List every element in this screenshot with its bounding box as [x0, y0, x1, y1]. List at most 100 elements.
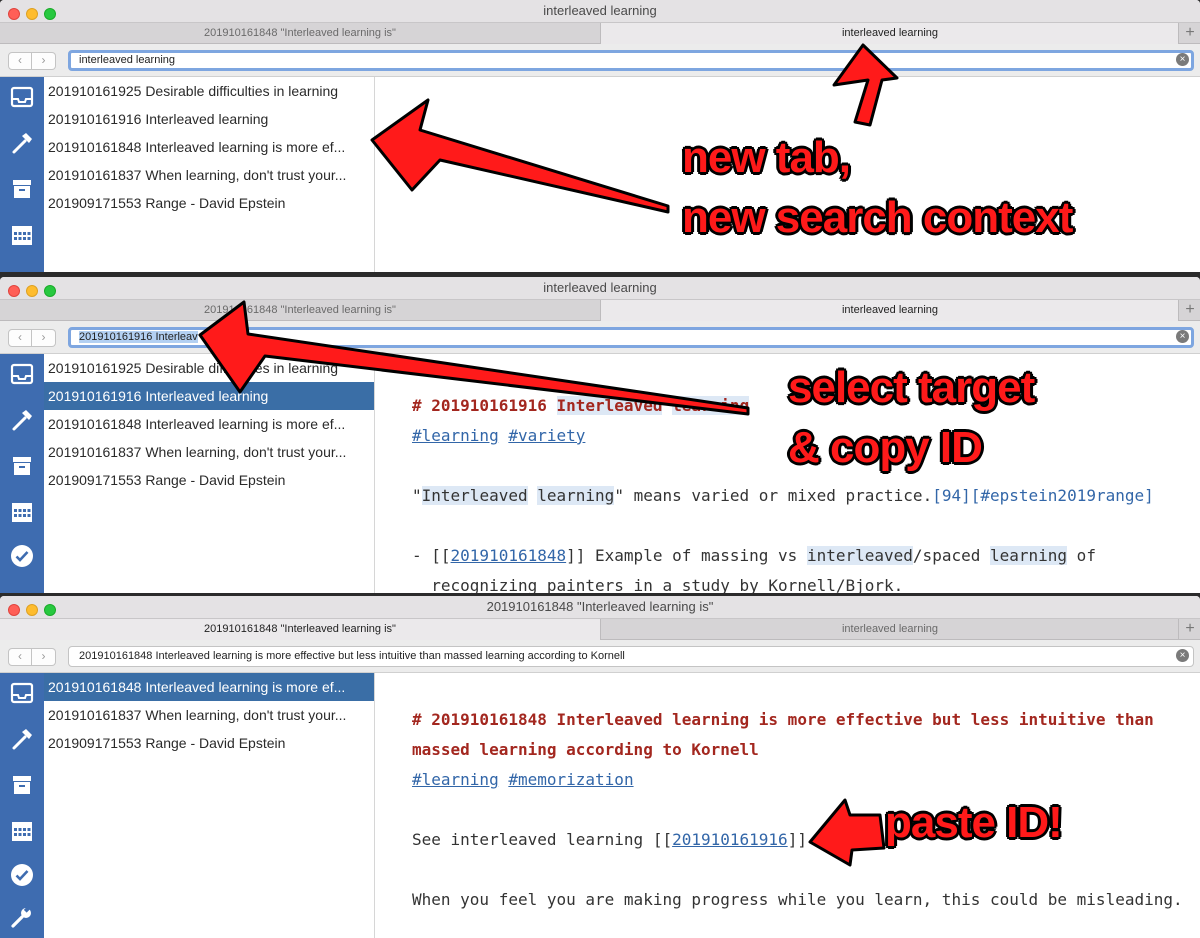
note-tags: #learning #variety [412, 426, 585, 445]
window-title: interleaved learning [543, 3, 657, 18]
window-titlebar: 201910161848 "Interleaved learning is" [0, 596, 1200, 618]
tag-link[interactable]: #memorization [508, 770, 633, 789]
window-title: 201910161848 "Interleaved learning is" [486, 599, 714, 614]
list-item[interactable]: 201910161916 Interleaved learning [44, 105, 374, 133]
calendar-icon[interactable] [8, 500, 36, 528]
new-tab-button[interactable]: + [1178, 23, 1200, 44]
new-tab-button[interactable]: + [1178, 300, 1200, 321]
forward-button[interactable]: › [32, 52, 56, 70]
tab-note[interactable]: 201910161848 "Interleaved learning is" [0, 300, 600, 321]
note-heading: # 201910161916 Interleaved learning [412, 396, 750, 415]
tab-bar: 201910161848 "Interleaved learning is" i… [0, 22, 1200, 44]
tag-link[interactable]: #learning [412, 426, 499, 445]
minimize-window-button[interactable] [26, 285, 38, 297]
list-item[interactable]: 201910161837 When learning, don't trust … [44, 438, 374, 466]
calendar-icon[interactable] [8, 223, 36, 251]
archive-icon[interactable] [8, 773, 36, 801]
check-icon[interactable] [8, 863, 36, 891]
tab-search[interactable]: interleaved learning [600, 300, 1179, 321]
clear-search-icon[interactable]: × [1176, 649, 1189, 662]
list-item-selected[interactable]: 201910161916 Interleaved learning [44, 382, 374, 410]
tab-search[interactable]: interleaved learning [600, 23, 1179, 44]
search-input[interactable]: interleaved learning × [68, 50, 1194, 71]
annotation-copy-id: & copy ID [788, 423, 983, 472]
list-item[interactable]: 201909171553 Range - David Epstein [44, 189, 374, 217]
list-item[interactable]: 201910161837 When learning, don't trust … [44, 701, 374, 729]
zoom-window-button[interactable] [44, 604, 56, 616]
list-item[interactable]: 201910161925 Desirable difficulties in l… [44, 354, 374, 382]
hammer-icon[interactable] [8, 408, 36, 436]
text-highlight: learning [989, 546, 1068, 565]
annotation-new-tab: new tab, [682, 133, 851, 182]
tag-link[interactable]: #learning [412, 770, 499, 789]
bullet-text: /spaced [912, 546, 990, 565]
close-window-button[interactable] [8, 604, 20, 616]
inbox-icon[interactable] [8, 362, 36, 390]
note-bullet: - [[201910161848]] Example of massing vs… [412, 546, 1096, 565]
list-item[interactable]: 201910161848 Interleaved learning is mor… [44, 133, 374, 161]
new-tab-button[interactable]: + [1178, 619, 1200, 640]
back-button[interactable]: ‹ [8, 52, 32, 70]
annotation-select-target: select target [788, 363, 1035, 412]
wiki-link[interactable]: 201910161916 [672, 830, 788, 849]
note-list: 201910161848 Interleaved learning is mor… [44, 673, 375, 938]
editor[interactable]: # 201910161848 Interleaved learning is m… [375, 673, 1200, 938]
calendar-icon[interactable] [8, 819, 36, 847]
window-titlebar: interleaved learning [0, 0, 1200, 22]
hammer-icon[interactable] [8, 131, 36, 159]
close-window-button[interactable] [8, 285, 20, 297]
search-selected-text: 201910161916 Interleav [79, 331, 198, 343]
minimize-window-button[interactable] [26, 8, 38, 20]
sidebar [0, 354, 44, 593]
zoom-window-button[interactable] [44, 8, 56, 20]
list-item[interactable]: 201909171553 Range - David Epstein [44, 729, 374, 757]
list-item[interactable]: 201910161837 When learning, don't trust … [44, 161, 374, 189]
list-item[interactable]: 201910161925 Desirable difficulties in l… [44, 77, 374, 105]
sidebar [0, 673, 44, 938]
inbox-icon[interactable] [8, 681, 36, 709]
note-see-line: See interleaved learning [[201910161916]… [412, 830, 807, 849]
note-paragraph: "Interleaved learning" means varied or m… [412, 486, 1154, 505]
window-2: interleaved learning 201910161848 "Inter… [0, 277, 1200, 593]
citation-link[interactable]: [94][#epstein2019range] [932, 486, 1154, 505]
search-input[interactable]: 201910161916 Interleav × [68, 327, 1194, 348]
search-input[interactable]: 201910161848 Interleaved learning is mor… [68, 646, 1194, 667]
back-button[interactable]: ‹ [8, 329, 32, 347]
clear-search-icon[interactable]: × [1176, 330, 1189, 343]
archive-icon[interactable] [8, 177, 36, 205]
search-text: 201910161848 Interleaved learning is mor… [79, 650, 625, 662]
tab-bar: 201910161848 "Interleaved learning is" i… [0, 618, 1200, 640]
list-item-selected[interactable]: 201910161848 Interleaved learning is mor… [44, 673, 374, 701]
see-text: ]] [787, 830, 807, 849]
back-button[interactable]: ‹ [8, 648, 32, 666]
heading-prefix: # 201910161916 [412, 396, 557, 415]
inbox-icon[interactable] [8, 85, 36, 113]
wiki-link[interactable]: 201910161848 [451, 546, 567, 565]
check-icon[interactable] [8, 544, 36, 572]
hammer-icon[interactable] [8, 727, 36, 755]
tag-link[interactable]: #variety [508, 426, 585, 445]
tab-note[interactable]: 201910161848 "Interleaved learning is" [0, 23, 600, 44]
note-paragraph: When you feel you are making progress wh… [412, 890, 1183, 909]
search-text: interleaved learning [79, 54, 176, 66]
list-item[interactable]: 201909171553 Range - David Epstein [44, 466, 374, 494]
list-item[interactable]: 201910161848 Interleaved learning is mor… [44, 410, 374, 438]
forward-button[interactable]: › [32, 329, 56, 347]
quote-mark: " [412, 486, 422, 505]
forward-button[interactable]: › [32, 648, 56, 666]
zoom-window-button[interactable] [44, 285, 56, 297]
wrench-icon[interactable] [8, 905, 36, 933]
tab-search[interactable]: interleaved learning [600, 619, 1179, 640]
minimize-window-button[interactable] [26, 604, 38, 616]
bullet-prefix: - [[ [412, 546, 451, 565]
close-window-button[interactable] [8, 8, 20, 20]
clear-search-icon[interactable]: × [1176, 53, 1189, 66]
note-heading: # 201910161848 Interleaved learning is m… [412, 710, 1154, 729]
archive-icon[interactable] [8, 454, 36, 482]
tab-note[interactable]: 201910161848 "Interleaved learning is" [0, 619, 600, 640]
tab-bar: 201910161848 "Interleaved learning is" i… [0, 299, 1200, 321]
bullet-text: ]] Example of massing vs [566, 546, 807, 565]
note-heading-continued: massed learning according to Kornell [412, 740, 759, 759]
heading-highlight: Interleaved [556, 396, 663, 415]
note-bullet-continued: recognizing painters in a study by Korne… [412, 576, 904, 593]
